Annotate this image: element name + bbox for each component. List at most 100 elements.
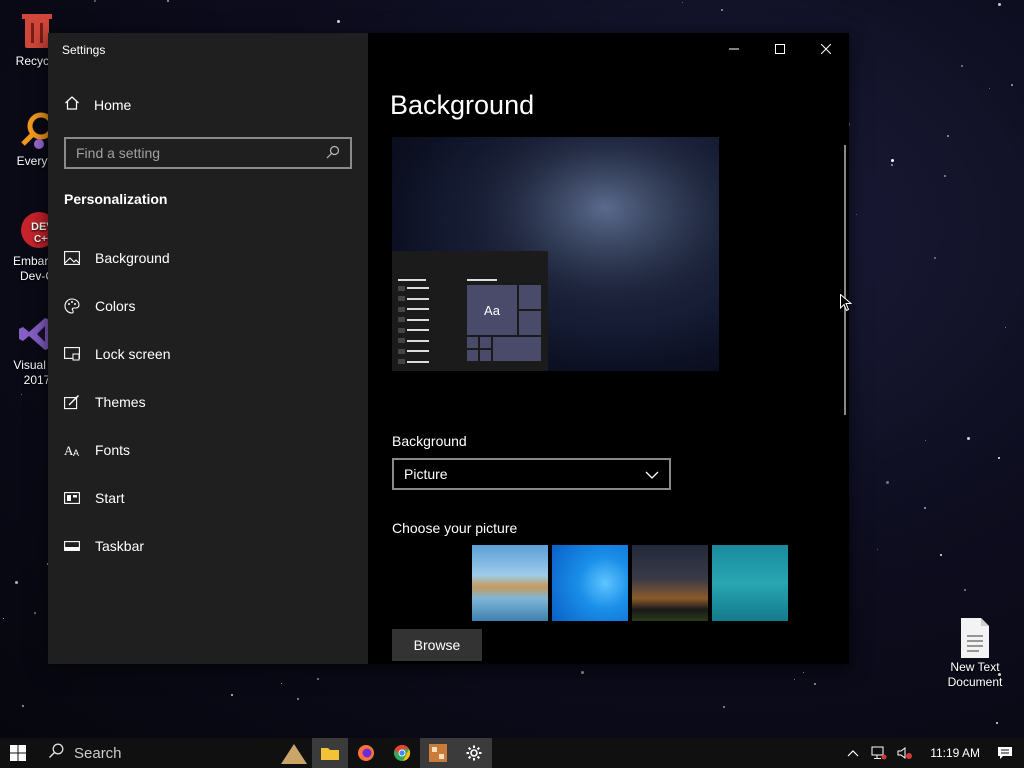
- nav-item-start[interactable]: Start: [48, 474, 368, 522]
- nav-home[interactable]: Home: [64, 95, 131, 114]
- star: [337, 20, 340, 23]
- star: [1005, 327, 1006, 328]
- mouse-cursor-icon: [840, 294, 852, 312]
- firefox-icon: [358, 745, 374, 761]
- taskbar-block-app[interactable]: [420, 738, 456, 768]
- star: [998, 3, 1001, 6]
- thumbnail-windows-blue[interactable]: [552, 545, 628, 621]
- background-preview: Aa: [392, 137, 719, 371]
- notifications-icon[interactable]: [996, 744, 1014, 762]
- chevron-down-icon: [645, 466, 659, 482]
- taskbar-icon: [64, 538, 80, 554]
- star: [22, 705, 24, 707]
- themes-icon: [64, 394, 80, 410]
- chrome-icon: [394, 744, 411, 761]
- palette-icon: [64, 298, 80, 314]
- content-scrollbar[interactable]: [844, 145, 846, 415]
- settings-content-pane: Background Aa Background Picture Choose …: [368, 33, 849, 664]
- nav-item-background[interactable]: Background: [48, 234, 368, 282]
- system-tray: 11:19 AM: [844, 738, 1024, 768]
- star: [34, 612, 36, 614]
- star: [297, 698, 299, 700]
- thumbnail-night-tent[interactable]: [632, 545, 708, 621]
- star: [964, 589, 966, 591]
- page-title: Background: [390, 90, 535, 120]
- star: [934, 257, 936, 259]
- taskbar-pyramid-app[interactable]: [276, 738, 312, 768]
- taskbar-firefox[interactable]: [348, 738, 384, 768]
- nav-item-fonts[interactable]: AA Fonts: [48, 426, 368, 474]
- star: [940, 554, 942, 556]
- thumbnail-beach-rocks[interactable]: [472, 545, 548, 621]
- background-type-label: Background: [392, 433, 467, 449]
- home-icon: [64, 95, 80, 114]
- browse-button[interactable]: Browse: [392, 629, 482, 661]
- star: [94, 0, 96, 2]
- star: [924, 507, 926, 509]
- close-button[interactable]: [803, 33, 849, 65]
- close-icon: [821, 44, 831, 54]
- nav-item-label: Background: [95, 250, 170, 266]
- taskbar-settings[interactable]: [456, 738, 492, 768]
- nav-item-label: Taskbar: [95, 538, 145, 554]
- nav-list: Background Colors Lock screen Themes A A…: [48, 234, 368, 570]
- star: [996, 722, 998, 724]
- nav-item-label: Colors: [95, 298, 136, 314]
- star: [682, 2, 683, 3]
- search-icon: [48, 743, 64, 763]
- network-icon[interactable]: [870, 744, 888, 762]
- taskbar-search[interactable]: Search: [36, 738, 236, 768]
- desktop-icon-new-text-document[interactable]: New Text Document: [938, 616, 1012, 690]
- star: [856, 214, 857, 215]
- star: [281, 683, 282, 684]
- star: [814, 683, 816, 685]
- minimize-button[interactable]: [711, 33, 757, 65]
- star: [1011, 84, 1013, 86]
- nav-item-taskbar[interactable]: Taskbar: [48, 522, 368, 570]
- clock[interactable]: 11:19 AM: [922, 746, 988, 760]
- start-list-mockup: [398, 279, 429, 367]
- fonts-icon: AA: [64, 442, 80, 458]
- choose-picture-label: Choose your picture: [392, 520, 518, 536]
- find-setting-box[interactable]: [64, 137, 352, 169]
- caption-buttons: [711, 33, 849, 65]
- settings-nav-pane: Settings Home Personalization Background: [48, 33, 368, 664]
- maximize-button[interactable]: [757, 33, 803, 65]
- nav-item-colors[interactable]: Colors: [48, 282, 368, 330]
- star: [891, 159, 894, 162]
- star: [167, 0, 169, 2]
- lock-screen-icon: [64, 346, 80, 362]
- background-type-dropdown[interactable]: Picture: [392, 458, 671, 490]
- folder-icon: [321, 748, 339, 760]
- star: [947, 135, 949, 137]
- star: [891, 164, 893, 166]
- taskbar-file-explorer[interactable]: [312, 738, 348, 768]
- nav-item-lock-screen[interactable]: Lock screen: [48, 330, 368, 378]
- nav-home-label: Home: [94, 96, 132, 113]
- thumbnail-underwater-swimmer[interactable]: [712, 545, 788, 621]
- star: [317, 678, 319, 680]
- gear-icon: [466, 745, 482, 761]
- desktop-icon-label: New Text Document: [947, 660, 1003, 689]
- star: [3, 618, 4, 619]
- taskbar: Search 11:19 AM: [0, 738, 1024, 768]
- chevron-up-icon[interactable]: [844, 744, 862, 762]
- nav-item-themes[interactable]: Themes: [48, 378, 368, 426]
- preview-tile: Aa: [467, 285, 517, 335]
- picture-icon: [64, 250, 80, 266]
- find-setting-input[interactable]: [76, 145, 326, 161]
- taskbar-chrome[interactable]: [384, 738, 420, 768]
- star: [886, 481, 889, 484]
- star: [803, 672, 804, 673]
- star: [967, 437, 970, 440]
- star: [961, 65, 963, 67]
- star: [15, 581, 18, 584]
- star: [581, 671, 584, 674]
- star: [877, 549, 878, 550]
- start-button[interactable]: [0, 738, 36, 768]
- volume-muted-icon[interactable]: [896, 744, 914, 762]
- nav-item-label: Themes: [95, 394, 146, 410]
- star: [998, 457, 1000, 459]
- picture-thumbnails: [472, 545, 788, 621]
- section-title: Personalization: [64, 191, 168, 207]
